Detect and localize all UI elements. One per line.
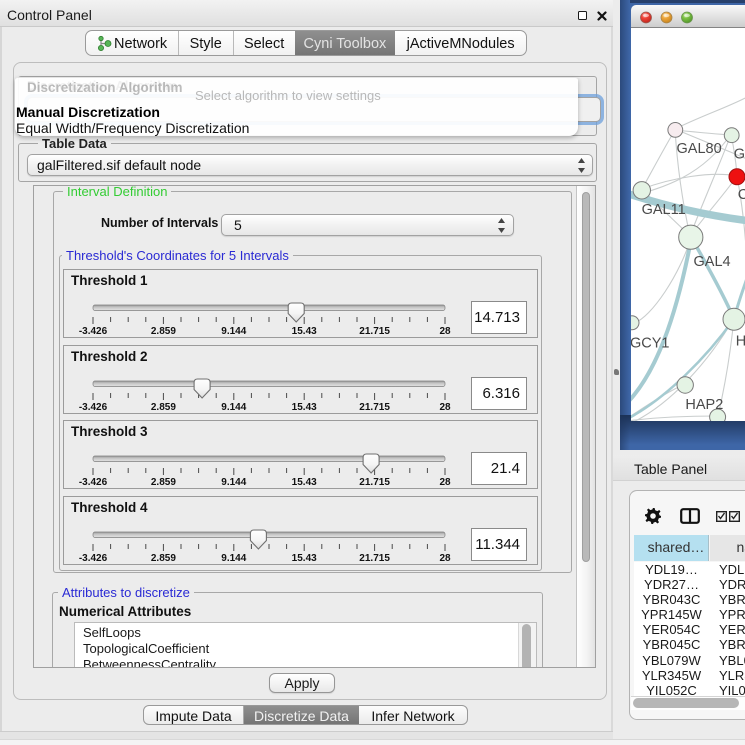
svg-text:9.144: 9.144 <box>221 402 246 413</box>
svg-text:2.859: 2.859 <box>151 402 176 413</box>
svg-text:-3.426: -3.426 <box>79 402 108 413</box>
svg-text:2.859: 2.859 <box>151 553 176 564</box>
svg-text:2.859: 2.859 <box>151 326 176 337</box>
svg-text:GAL4: GAL4 <box>694 254 731 270</box>
svg-text:2.859: 2.859 <box>151 477 176 488</box>
svg-text:21.715: 21.715 <box>359 477 390 488</box>
svg-text:-3.426: -3.426 <box>79 326 108 337</box>
svg-text:GCY1: GCY1 <box>631 335 670 351</box>
svg-text:28: 28 <box>439 402 451 413</box>
svg-text:C: C <box>738 187 745 203</box>
svg-text:-3.426: -3.426 <box>79 477 108 488</box>
svg-text:28: 28 <box>439 326 451 337</box>
svg-text:GAL80: GAL80 <box>677 141 722 157</box>
svg-text:28: 28 <box>439 553 451 564</box>
svg-text:-3.426: -3.426 <box>79 553 108 564</box>
svg-text:GAL11: GAL11 <box>642 202 686 218</box>
svg-text:21.715: 21.715 <box>359 553 390 564</box>
svg-text:15.43: 15.43 <box>292 326 317 337</box>
svg-text:28: 28 <box>439 477 451 488</box>
svg-text:GA: GA <box>734 147 745 163</box>
svg-text:15.43: 15.43 <box>292 402 317 413</box>
svg-text:H: H <box>736 333 745 349</box>
svg-text:9.144: 9.144 <box>221 477 246 488</box>
svg-text:HAP2: HAP2 <box>685 397 723 413</box>
svg-text:15.43: 15.43 <box>292 477 317 488</box>
svg-text:21.715: 21.715 <box>359 402 390 413</box>
svg-text:9.144: 9.144 <box>221 326 246 337</box>
svg-text:9.144: 9.144 <box>221 553 246 564</box>
svg-text:15.43: 15.43 <box>292 553 317 564</box>
svg-text:21.715: 21.715 <box>359 326 390 337</box>
